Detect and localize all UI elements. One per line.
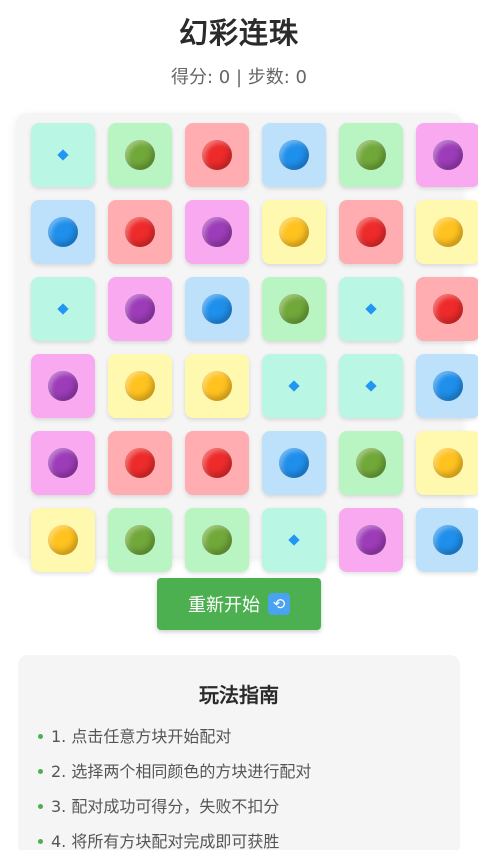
yellow-ball-icon	[433, 217, 463, 247]
restart-button[interactable]: 重新开始 ⟲	[157, 578, 321, 630]
game-tile[interactable]	[262, 200, 326, 264]
guide-item-text: 1. 点击任意方块开始配对	[51, 726, 232, 746]
game-tile[interactable]	[185, 200, 249, 264]
diamond-icon	[365, 303, 377, 315]
score-steps-text: 得分: 0 | 步数: 0	[171, 67, 307, 88]
guide-item-text: 4. 将所有方块配对完成即可获胜	[51, 831, 280, 850]
game-tile[interactable]	[339, 354, 403, 418]
game-tile[interactable]	[108, 277, 172, 341]
restart-label: 重新开始	[188, 595, 260, 616]
green-ball-icon	[202, 525, 232, 555]
game-tile[interactable]	[108, 508, 172, 572]
yellow-ball-icon	[202, 371, 232, 401]
yellow-ball-icon	[279, 217, 309, 247]
game-tile[interactable]	[108, 354, 172, 418]
game-tile[interactable]	[108, 123, 172, 187]
game-tile[interactable]	[185, 508, 249, 572]
blue-ball-icon	[433, 525, 463, 555]
guide-panel: 玩法指南 1. 点击任意方块开始配对 2. 选择两个相同颜色的方块进行配对 3.…	[18, 655, 460, 850]
diamond-icon	[288, 534, 300, 546]
bullet-icon	[38, 769, 43, 774]
yellow-ball-icon	[125, 371, 155, 401]
game-tile[interactable]	[416, 200, 478, 264]
red-ball-icon	[125, 448, 155, 478]
game-tile[interactable]	[339, 508, 403, 572]
game-tile[interactable]	[31, 508, 95, 572]
red-ball-icon	[356, 217, 386, 247]
green-ball-icon	[356, 448, 386, 478]
game-tile[interactable]	[416, 508, 478, 572]
game-tile[interactable]	[262, 354, 326, 418]
purple-ball-icon	[202, 217, 232, 247]
game-tile[interactable]	[339, 431, 403, 495]
purple-ball-icon	[433, 140, 463, 170]
guide-list: 1. 点击任意方块开始配对 2. 选择两个相同颜色的方块进行配对 3. 配对成功…	[38, 719, 311, 850]
purple-ball-icon	[48, 371, 78, 401]
game-tile[interactable]	[108, 431, 172, 495]
bullet-icon	[38, 839, 43, 844]
game-tile[interactable]	[416, 123, 478, 187]
green-ball-icon	[279, 294, 309, 324]
bullet-icon	[38, 804, 43, 809]
blue-ball-icon	[279, 140, 309, 170]
yellow-ball-icon	[433, 448, 463, 478]
game-tile[interactable]	[262, 508, 326, 572]
game-tile[interactable]	[185, 277, 249, 341]
game-grid	[31, 123, 478, 572]
game-tile[interactable]	[185, 431, 249, 495]
blue-ball-icon	[279, 448, 309, 478]
game-tile[interactable]	[31, 277, 95, 341]
red-ball-icon	[202, 448, 232, 478]
purple-ball-icon	[356, 525, 386, 555]
game-tile[interactable]	[416, 431, 478, 495]
game-tile[interactable]	[339, 200, 403, 264]
game-tile[interactable]	[262, 431, 326, 495]
green-ball-icon	[125, 525, 155, 555]
purple-ball-icon	[48, 448, 78, 478]
game-tile[interactable]	[31, 431, 95, 495]
game-tile[interactable]	[416, 277, 478, 341]
game-tile[interactable]	[339, 277, 403, 341]
game-tile[interactable]	[185, 123, 249, 187]
game-tile[interactable]	[31, 200, 95, 264]
game-tile[interactable]	[416, 354, 478, 418]
game-tile[interactable]	[262, 277, 326, 341]
refresh-icon: ⟲	[268, 593, 290, 615]
yellow-ball-icon	[48, 525, 78, 555]
blue-ball-icon	[202, 294, 232, 324]
diamond-icon	[57, 303, 69, 315]
game-title: 幻彩连珠	[178, 16, 299, 50]
blue-ball-icon	[48, 217, 78, 247]
blue-ball-icon	[433, 371, 463, 401]
guide-item: 4. 将所有方块配对完成即可获胜	[38, 824, 311, 850]
guide-item: 1. 点击任意方块开始配对	[38, 719, 311, 754]
guide-item-text: 2. 选择两个相同颜色的方块进行配对	[51, 761, 312, 781]
purple-ball-icon	[125, 294, 155, 324]
guide-item: 3. 配对成功可得分，失败不扣分	[38, 789, 311, 824]
red-ball-icon	[202, 140, 232, 170]
game-tile[interactable]	[185, 354, 249, 418]
diamond-icon	[365, 380, 377, 392]
game-tile[interactable]	[31, 123, 95, 187]
game-tile[interactable]	[262, 123, 326, 187]
game-tile[interactable]	[31, 354, 95, 418]
red-ball-icon	[433, 294, 463, 324]
guide-title: 玩法指南	[199, 683, 279, 707]
green-ball-icon	[125, 140, 155, 170]
guide-item-text: 3. 配对成功可得分，失败不扣分	[51, 796, 280, 816]
diamond-icon	[57, 149, 69, 161]
game-tile[interactable]	[339, 123, 403, 187]
game-tile[interactable]	[108, 200, 172, 264]
red-ball-icon	[125, 217, 155, 247]
diamond-icon	[288, 380, 300, 392]
bullet-icon	[38, 734, 43, 739]
guide-item: 2. 选择两个相同颜色的方块进行配对	[38, 754, 311, 789]
green-ball-icon	[356, 140, 386, 170]
